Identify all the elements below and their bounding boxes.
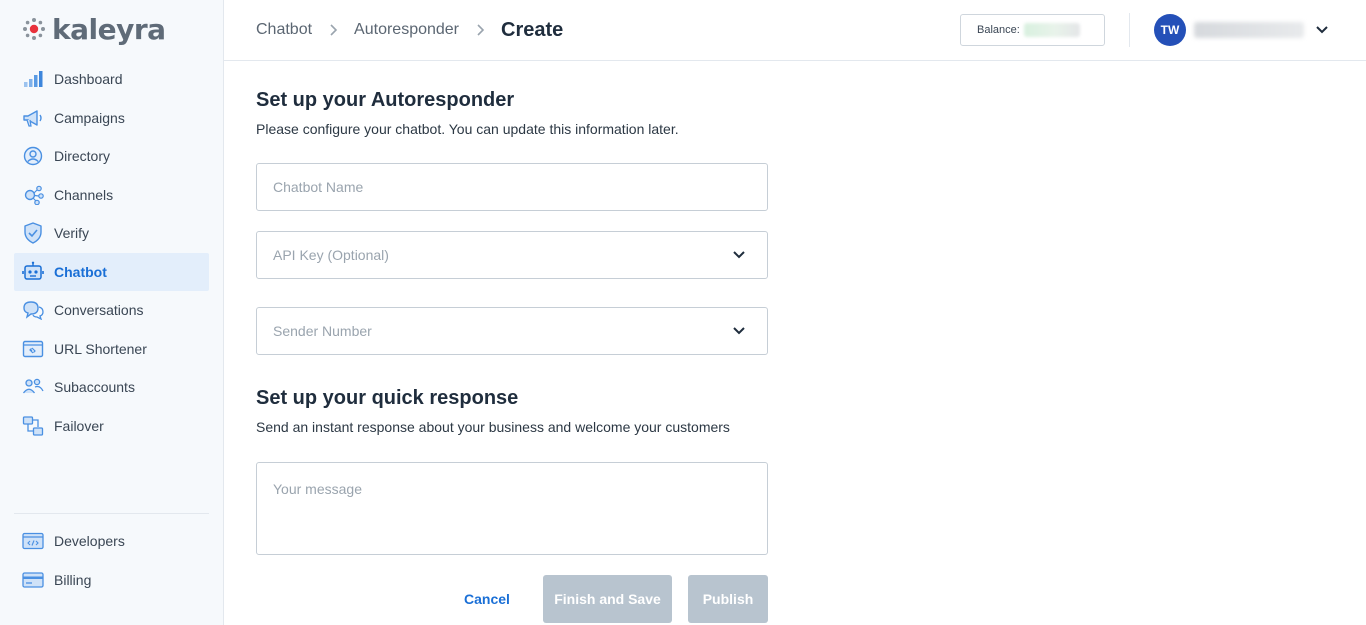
sidebar-item-label: Campaigns [54, 109, 125, 126]
app-root: kaleyra Dashboard Campaigns Directory Ch… [0, 0, 1366, 625]
failover-icon [22, 415, 44, 437]
sender-number-input[interactable] [257, 308, 767, 354]
bar-chart-icon [22, 68, 44, 90]
sidebar-item-failover[interactable]: Failover [14, 407, 209, 446]
users-icon [22, 376, 44, 398]
sidebar-item-verify[interactable]: Verify [14, 214, 209, 253]
publish-button[interactable]: Publish [688, 575, 768, 623]
breadcrumb-autoresponder[interactable]: Autoresponder [354, 21, 459, 39]
avatar[interactable]: TW [1154, 14, 1186, 46]
cancel-button[interactable]: Cancel [448, 575, 526, 623]
user-name-redacted[interactable] [1194, 22, 1304, 38]
api-key-select[interactable] [256, 231, 768, 279]
quick-response-subtitle: Send an instant response about your busi… [256, 419, 730, 435]
finish-and-save-button[interactable]: Finish and Save [543, 575, 672, 623]
chevron-right-icon [328, 23, 338, 37]
link-icon [22, 338, 44, 360]
shield-icon [22, 222, 44, 244]
sidebar-item-subaccounts[interactable]: Subaccounts [14, 368, 209, 407]
chevron-down-icon[interactable] [729, 321, 749, 341]
sidebar-item-label: Directory [54, 148, 111, 165]
brand-logo[interactable]: kaleyra [22, 12, 166, 46]
robot-icon [22, 261, 44, 283]
sidebar-item-conversations[interactable]: Conversations [14, 291, 209, 330]
sidebar-item-directory[interactable]: Directory [14, 137, 209, 176]
message-field[interactable] [256, 462, 768, 555]
sidebar-bottom-nav: Developers Billing [14, 522, 209, 599]
page-title: Create [501, 18, 564, 41]
brand-name: kaleyra [52, 12, 166, 46]
sender-number-select[interactable] [256, 307, 768, 355]
sidebar-item-label: Billing [54, 571, 92, 588]
breadcrumb: Chatbot Autoresponder Create [256, 0, 563, 60]
credit-card-icon [22, 569, 44, 591]
code-icon [22, 530, 44, 552]
kaleyra-logo-icon [23, 18, 45, 40]
sidebar-item-label: Dashboard [54, 71, 123, 88]
balance-label: Balance: [977, 24, 1020, 36]
sidebar-item-label: Subaccounts [54, 379, 135, 396]
sidebar-item-url-shortener[interactable]: URL Shortener [14, 330, 209, 369]
chat-bubbles-icon [22, 299, 44, 321]
sidebar-item-channels[interactable]: Channels [14, 176, 209, 215]
sidebar-item-label: Conversations [54, 302, 144, 319]
chevron-right-icon [475, 23, 485, 37]
sidebar-item-chatbot[interactable]: Chatbot [14, 252, 209, 291]
chatbot-name-input[interactable] [257, 164, 767, 210]
sidebar-item-campaigns[interactable]: Campaigns [14, 99, 209, 138]
sidebar: kaleyra Dashboard Campaigns Directory Ch… [0, 0, 224, 625]
message-textarea[interactable] [257, 463, 767, 553]
top-header: Chatbot Autoresponder Create Balance: TW [224, 0, 1366, 61]
sidebar-item-label: Failover [54, 417, 104, 434]
breadcrumb-chatbot[interactable]: Chatbot [256, 21, 312, 39]
form-actions: Cancel Finish and Save Publish [256, 575, 768, 623]
balance-value-redacted [1023, 23, 1080, 37]
sidebar-item-label: Verify [54, 225, 90, 242]
megaphone-icon [22, 107, 44, 129]
sidebar-item-label: Developers [54, 533, 125, 550]
balance-box[interactable]: Balance: [960, 14, 1105, 46]
sidebar-nav: Dashboard Campaigns Directory Channels V… [14, 60, 209, 445]
user-circle-icon [22, 145, 44, 167]
setup-subtitle: Please configure your chatbot. You can u… [256, 121, 679, 137]
channels-icon [22, 184, 44, 206]
chevron-down-icon[interactable] [1312, 20, 1332, 40]
chatbot-name-field[interactable] [256, 163, 768, 211]
sidebar-item-dashboard[interactable]: Dashboard [14, 60, 209, 99]
chevron-down-icon[interactable] [729, 245, 749, 265]
sidebar-item-developers[interactable]: Developers [14, 522, 209, 561]
sidebar-divider [14, 513, 209, 514]
sidebar-item-label: Chatbot [54, 263, 107, 280]
sidebar-item-label: Channels [54, 186, 114, 203]
sidebar-item-label: URL Shortener [54, 340, 147, 357]
header-divider [1129, 13, 1130, 47]
setup-title: Set up your Autoresponder [256, 89, 515, 111]
sidebar-item-billing[interactable]: Billing [14, 561, 209, 600]
api-key-input[interactable] [257, 232, 767, 278]
quick-response-title: Set up your quick response [256, 387, 519, 409]
